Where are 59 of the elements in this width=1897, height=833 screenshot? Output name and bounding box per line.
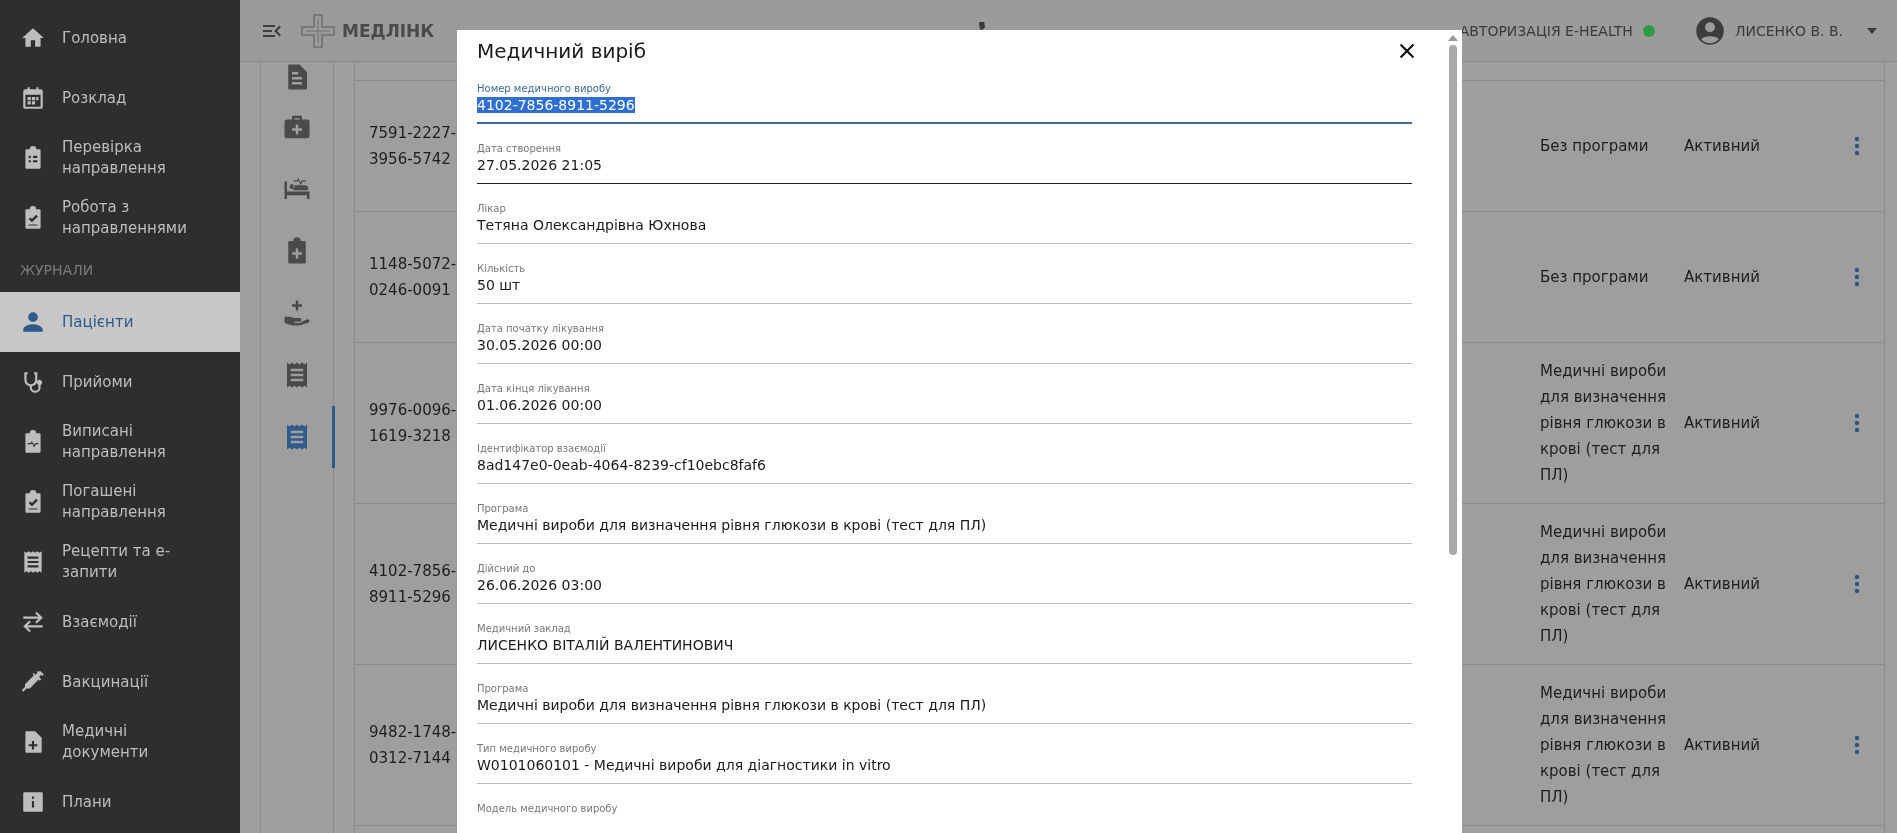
person-icon: [20, 309, 46, 335]
scroll-up-icon[interactable]: [1448, 35, 1458, 41]
arrows-icon: [20, 609, 46, 635]
table-cell-text: 7591-2227-3956-5742: [369, 123, 458, 170]
text-field[interactable]: Дата початку лікування 30.05.2026 00:00: [477, 314, 1412, 364]
text-field[interactable]: Дійсний до 26.06.2026 03:00: [477, 554, 1412, 604]
text-field[interactable]: Програма Медичні вироби для визначення рівня глюкози в крові (тест для ПЛ): [477, 494, 1412, 544]
sidebar-item[interactable]: Пацієнти: [0, 292, 240, 352]
section-heading: ЖУРНАЛИ: [19, 261, 95, 280]
text-field[interactable]: Лікар Тетяна Олександрівна Юхнова: [477, 194, 1412, 244]
table-cell-text: Медичні вироби для визначення рівня глюкози в крові (тест для ПЛ): [1540, 522, 1668, 647]
user-name[interactable]: ЛИСЕНКО В. В.: [1734, 22, 1843, 39]
sidebar-item[interactable]: Медичні документи: [0, 712, 240, 772]
sidebar-item[interactable]: Рецепти та е-запити: [0, 532, 240, 592]
more-icon[interactable]: [1854, 574, 1860, 594]
table-cell-text: Активний: [1684, 136, 1761, 157]
ehealth-label: АВТОРИЗАЦІЯ E-HEALTH: [1459, 22, 1633, 39]
caret-icon[interactable]: [1867, 27, 1877, 34]
table-cell-text: Медичні вироби для визначення рівня глюкози в крові (тест для ПЛ): [1540, 361, 1668, 486]
sidebar-item[interactable]: Головна: [0, 8, 240, 68]
text-field[interactable]: Номер медичного виробу 4102-7856-8911-5296: [477, 74, 1412, 124]
text-field[interactable]: Медичний заклад ЛИСЕНКО ВІТАЛІЙ ВАЛЕНТИНОВИЧ: [477, 614, 1412, 664]
table-cell-text: Без програми: [1540, 267, 1650, 288]
text-field[interactable]: Тип медичного виробу W0101060101 - Медичні вироби для діагностики in vitro: [477, 734, 1412, 784]
text-field[interactable]: Програма Медичні вироби для визначення рівня глюкози в крові (тест для ПЛ): [477, 674, 1412, 724]
syringe-icon: [20, 669, 46, 695]
sidebar-item[interactable]: Перевірка направлення: [0, 128, 240, 188]
sidebar-item[interactable]: Взаємодії: [0, 592, 240, 652]
dialog-title: Медичний виріб: [477, 39, 646, 63]
text-field[interactable]: Дата кінця лікування 01.06.2026 00:00: [477, 374, 1412, 424]
table-cell-text: Активний: [1684, 413, 1761, 434]
more-icon[interactable]: [1854, 136, 1860, 156]
sidebar-item[interactable]: Прийоми: [0, 352, 240, 412]
avatar-icon[interactable]: [1694, 15, 1725, 46]
sidebar-item[interactable]: Робота з направленнями: [0, 188, 240, 248]
table-cell-text: Активний: [1684, 267, 1761, 288]
text-field[interactable]: Ідентифікатор взаємодії 8ad147e0-0eab-4064-8239-cf10ebc8faf6: [477, 434, 1412, 484]
calendar-icon: [20, 85, 46, 111]
table-cell-text: 1148-5072-0246-0091: [369, 254, 458, 301]
text-field[interactable]: Модель медичного виробу: [477, 794, 1412, 833]
table-cell-text: 9482-1748-0312-7144: [369, 722, 458, 769]
text-field[interactable]: Кількість 50 шт: [477, 254, 1412, 304]
table-cell-text: Активний: [1684, 574, 1761, 595]
more-icon[interactable]: [1854, 735, 1860, 755]
scrollbar-thumb[interactable]: [1449, 45, 1457, 555]
table-cell-text: Активний: [1684, 735, 1761, 756]
table-cell-text: Медичні вироби для визначення рівня глюкози в крові (тест для ПЛ): [1540, 683, 1668, 808]
table-cell-text: 4102-7856-8911-5296: [369, 561, 458, 608]
table-cell-text: 9976-0096-1619-3218: [369, 400, 458, 447]
more-icon[interactable]: [1854, 267, 1860, 287]
sidebar-item[interactable]: Плани: [0, 772, 240, 832]
sidebar-item[interactable]: Розклад: [0, 68, 240, 128]
sidebar-item[interactable]: Вакцинації: [0, 652, 240, 712]
brand-name: МЕДЛІНК: [342, 20, 435, 41]
more-icon[interactable]: [1854, 413, 1860, 433]
table-cell-text: Без програми: [1540, 136, 1650, 157]
sidebar-item[interactable]: Виписані направлення: [0, 412, 240, 472]
sidebar-item[interactable]: Погашені направлення: [0, 472, 240, 532]
text-field[interactable]: Дата створення 27.05.2026 21:05: [477, 134, 1412, 184]
